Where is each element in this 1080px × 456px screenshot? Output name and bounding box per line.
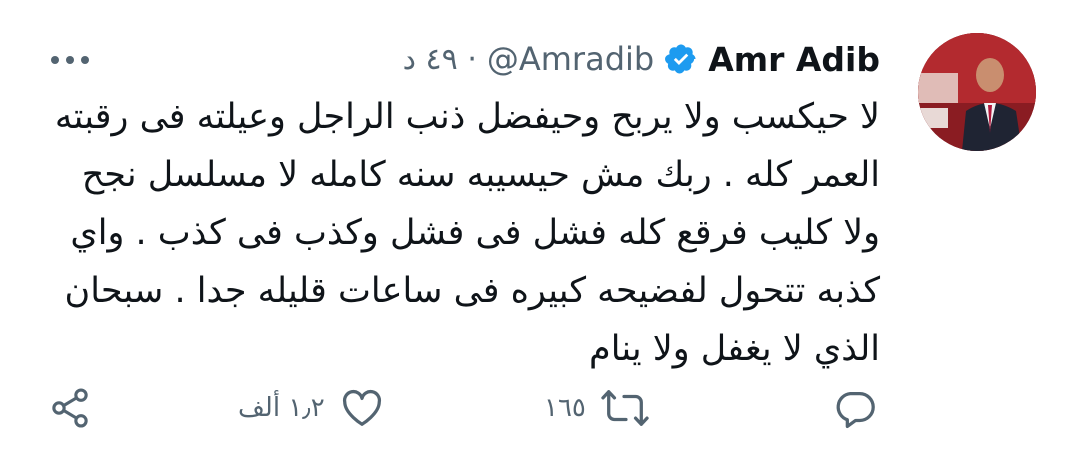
more-options-icon[interactable] xyxy=(48,40,92,80)
share-icon xyxy=(48,385,92,431)
heart-icon xyxy=(339,385,385,431)
tweet[interactable]: Amr Adib @Amradib · ٤٩ د لا حيكسب ولا ير… xyxy=(0,0,1080,456)
reply-button[interactable] xyxy=(832,380,878,436)
retweet-button[interactable]: ١٦٥ xyxy=(544,380,650,436)
tweet-header: Amr Adib @Amradib · ٤٩ د xyxy=(403,36,880,82)
like-button[interactable]: ١٫٢ ألف xyxy=(238,380,385,436)
display-name[interactable]: Amr Adib xyxy=(708,40,880,79)
avatar[interactable] xyxy=(918,33,1036,151)
tweet-text: لا حيكسب ولا يربح وحيفضل ذنب الراجل وعيل… xyxy=(54,97,880,369)
avatar-image xyxy=(918,33,1036,151)
action-bar: ١٦٥ ١٫٢ ألف xyxy=(0,380,1080,436)
handle[interactable]: @Amradib xyxy=(487,40,654,78)
verified-badge-icon xyxy=(664,42,698,76)
like-count: ١٫٢ ألف xyxy=(238,393,325,423)
timestamp[interactable]: · ٤٩ د xyxy=(403,42,477,77)
share-button[interactable] xyxy=(48,380,92,436)
retweet-icon xyxy=(600,385,650,431)
reply-icon xyxy=(832,385,878,431)
retweet-count: ١٦٥ xyxy=(544,393,586,423)
